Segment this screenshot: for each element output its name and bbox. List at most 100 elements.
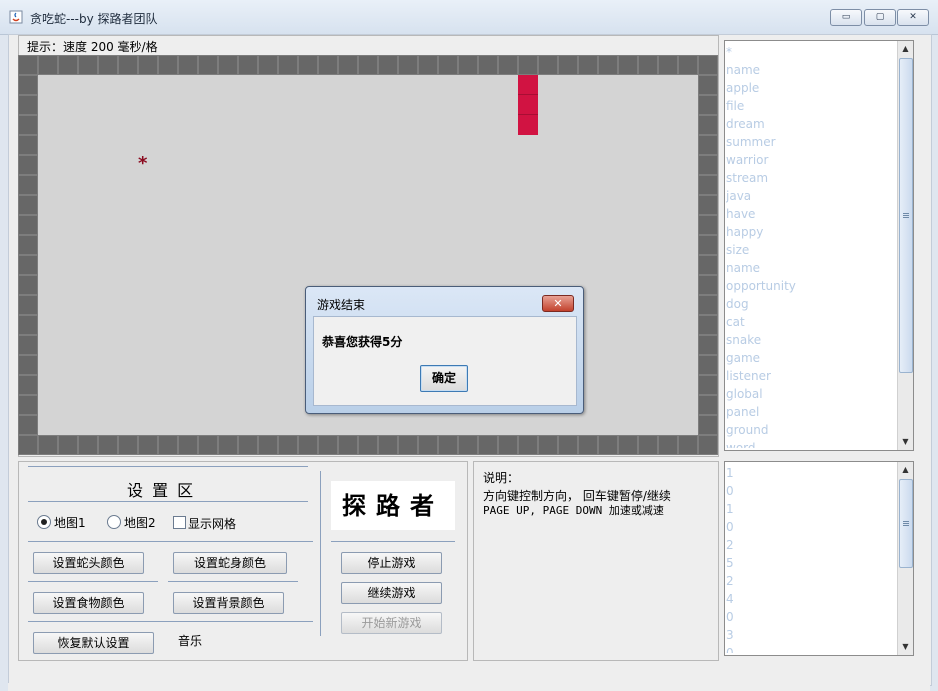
wall-brick	[278, 435, 298, 455]
new-game-button[interactable]: 开始新游戏	[341, 612, 442, 634]
list-item[interactable]: dream	[726, 115, 898, 133]
wall-brick	[318, 435, 338, 455]
wall-brick	[698, 395, 718, 415]
wall-brick	[338, 55, 358, 75]
list-item[interactable]: warrior	[726, 151, 898, 169]
map2-radio[interactable]	[107, 515, 121, 529]
list-item[interactable]: name	[726, 259, 898, 277]
wall-brick	[38, 435, 58, 455]
restore-defaults-button[interactable]: 恢复默认设置	[33, 632, 154, 654]
stop-game-button[interactable]: 停止游戏	[341, 552, 442, 574]
list-item[interactable]: happy	[726, 223, 898, 241]
wall-brick	[158, 435, 178, 455]
wall-brick	[58, 55, 78, 75]
list-item[interactable]: word	[726, 439, 898, 448]
wall-brick	[418, 55, 438, 75]
wall-brick	[158, 55, 178, 75]
wall-brick	[698, 155, 718, 175]
wall-brick	[438, 55, 458, 75]
list-item[interactable]: stream	[726, 169, 898, 187]
maximize-button[interactable]: ▢	[864, 9, 896, 26]
list-item[interactable]: 2	[726, 536, 898, 554]
list-item[interactable]: dog	[726, 295, 898, 313]
music-label[interactable]: 音乐	[178, 632, 202, 649]
list-item[interactable]: 3	[726, 626, 898, 644]
wall-brick	[298, 55, 318, 75]
wall-brick	[578, 55, 598, 75]
team-logo: 探路者	[331, 481, 455, 530]
list-item[interactable]: 0	[726, 644, 898, 653]
list-item[interactable]: 0	[726, 482, 898, 500]
list-item[interactable]: apple	[726, 79, 898, 97]
show-grid-checkbox[interactable]	[173, 516, 186, 529]
list-item[interactable]: have	[726, 205, 898, 223]
window-title: 贪吃蛇---by 探路者团队	[30, 12, 158, 26]
wall-brick	[558, 55, 578, 75]
continue-game-button[interactable]: 继续游戏	[341, 582, 442, 604]
map1-radio[interactable]	[37, 515, 51, 529]
list-item[interactable]: cat	[726, 313, 898, 331]
scroll-up-icon[interactable]: ▲	[898, 462, 913, 478]
list-item[interactable]: 1	[726, 500, 898, 518]
minimize-button[interactable]: ▭	[830, 9, 862, 26]
close-button[interactable]: ✕	[897, 9, 929, 26]
wall-brick	[698, 355, 718, 375]
set-food-color-button[interactable]: 设置食物颜色	[33, 592, 144, 614]
wall-brick	[118, 435, 138, 455]
list-item[interactable]: 2	[726, 572, 898, 590]
wall-brick	[18, 115, 38, 135]
list-item[interactable]: ground	[726, 421, 898, 439]
list-item[interactable]: *	[726, 43, 898, 61]
word-list[interactable]: * name apple file dream summer warrior stream ja…	[724, 40, 914, 451]
list-item[interactable]: java	[726, 187, 898, 205]
wall-brick	[18, 235, 38, 255]
wall-brick	[698, 335, 718, 355]
scroll-thumb[interactable]	[899, 58, 913, 373]
list-item[interactable]: 1	[726, 464, 898, 482]
divider	[28, 541, 313, 542]
wall-brick	[18, 195, 38, 215]
dialog-ok-button[interactable]: 确定	[420, 365, 468, 392]
wall-brick	[478, 435, 498, 455]
divider	[28, 621, 313, 622]
dialog-body	[313, 316, 577, 406]
scroll-thumb[interactable]	[899, 479, 913, 568]
divider	[331, 541, 455, 542]
list-item[interactable]: opportunity	[726, 277, 898, 295]
java-icon	[9, 10, 23, 24]
dialog-close-button[interactable]: ✕	[542, 295, 574, 312]
wall-brick	[698, 55, 718, 75]
list-item[interactable]: 4	[726, 590, 898, 608]
list-item[interactable]: listener	[726, 367, 898, 385]
list-item[interactable]: global	[726, 385, 898, 403]
scroll-down-icon[interactable]: ▼	[898, 639, 913, 655]
list-item[interactable]: name	[726, 61, 898, 79]
set-head-color-button[interactable]: 设置蛇头颜色	[33, 552, 144, 574]
wall-brick	[298, 435, 318, 455]
wall-brick	[18, 415, 38, 435]
map2-label: 地图2	[124, 516, 156, 530]
list-item[interactable]: 5	[726, 554, 898, 572]
list-item[interactable]: 0	[726, 518, 898, 536]
list-item[interactable]: game	[726, 349, 898, 367]
list-item[interactable]: snake	[726, 331, 898, 349]
wall-brick	[478, 55, 498, 75]
set-body-color-button[interactable]: 设置蛇身颜色	[173, 552, 287, 574]
list-item[interactable]: file	[726, 97, 898, 115]
wall-brick	[178, 435, 198, 455]
set-background-color-button[interactable]: 设置背景颜色	[173, 592, 284, 614]
wall-brick	[18, 395, 38, 415]
word-list-scrollbar[interactable]: ▲ ▼	[897, 41, 913, 450]
wall-brick	[18, 95, 38, 115]
number-list[interactable]: 10102524030 ▲ ▼	[724, 461, 914, 656]
list-item[interactable]: 0	[726, 608, 898, 626]
wall-brick	[578, 435, 598, 455]
scroll-up-icon[interactable]: ▲	[898, 41, 913, 57]
list-item[interactable]: panel	[726, 403, 898, 421]
wall-brick	[138, 435, 158, 455]
scroll-down-icon[interactable]: ▼	[898, 434, 913, 450]
wall-brick	[678, 55, 698, 75]
list-item[interactable]: size	[726, 241, 898, 259]
number-list-scrollbar[interactable]: ▲ ▼	[897, 462, 913, 655]
list-item[interactable]: summer	[726, 133, 898, 151]
